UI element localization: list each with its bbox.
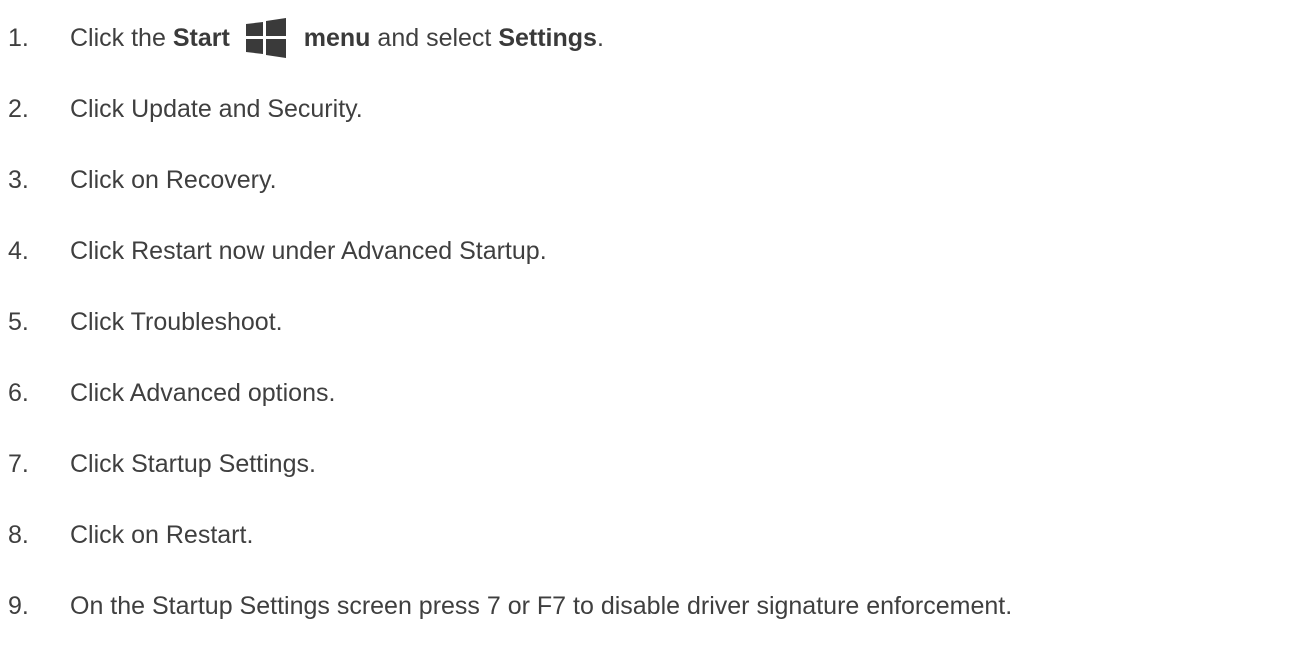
step-4: 4. Click Restart now under Advanced Star…	[8, 231, 547, 271]
step-6: 6. Click Advanced options.	[8, 373, 335, 413]
step-number: 5.	[8, 308, 29, 336]
step-text: Click Advanced options.	[70, 379, 336, 407]
step-number: 4.	[8, 237, 29, 265]
step-number: 9.	[8, 592, 29, 620]
step-5: 5. Click Troubleshoot.	[8, 302, 283, 342]
step-text: Click Startup Settings.	[70, 450, 316, 478]
windows-logo-icon	[244, 16, 288, 60]
start-label: Start	[172, 24, 230, 52]
step-text: On the Startup Settings screen press 7 o…	[70, 592, 1013, 620]
settings-label: Settings	[498, 24, 597, 52]
step-8: 8. Click on Restart.	[8, 515, 253, 555]
step-text: Click Troubleshoot.	[70, 308, 283, 336]
step-text: Click Update and Security.	[70, 95, 363, 123]
step-text: Click Restart now under Advanced Startup…	[70, 237, 547, 265]
step-number: 1.	[8, 24, 29, 52]
step-text-part: and select	[370, 24, 499, 52]
step-2: 2. Click Update and Security.	[8, 89, 363, 129]
step-number: 3.	[8, 166, 29, 194]
menu-label: menu	[303, 24, 371, 52]
step-7: 7. Click Startup Settings.	[8, 444, 316, 484]
step-number: 8.	[8, 521, 29, 549]
step-number: 7.	[8, 450, 29, 478]
step-text-part: Click the	[70, 24, 173, 52]
step-text-part: .	[596, 24, 604, 52]
step-9: 9. On the Startup Settings screen press …	[8, 586, 1012, 626]
step-number: 6.	[8, 379, 29, 407]
step-text: Click on Recovery.	[70, 166, 277, 194]
step-number: 2.	[8, 95, 29, 123]
step-1: 1. Click the Start menu and select Setti…	[8, 18, 604, 58]
step-text: Click the Start menu and select Settings…	[70, 16, 604, 60]
step-3: 3. Click on Recovery.	[8, 160, 277, 200]
step-text: Click on Restart.	[70, 521, 254, 549]
